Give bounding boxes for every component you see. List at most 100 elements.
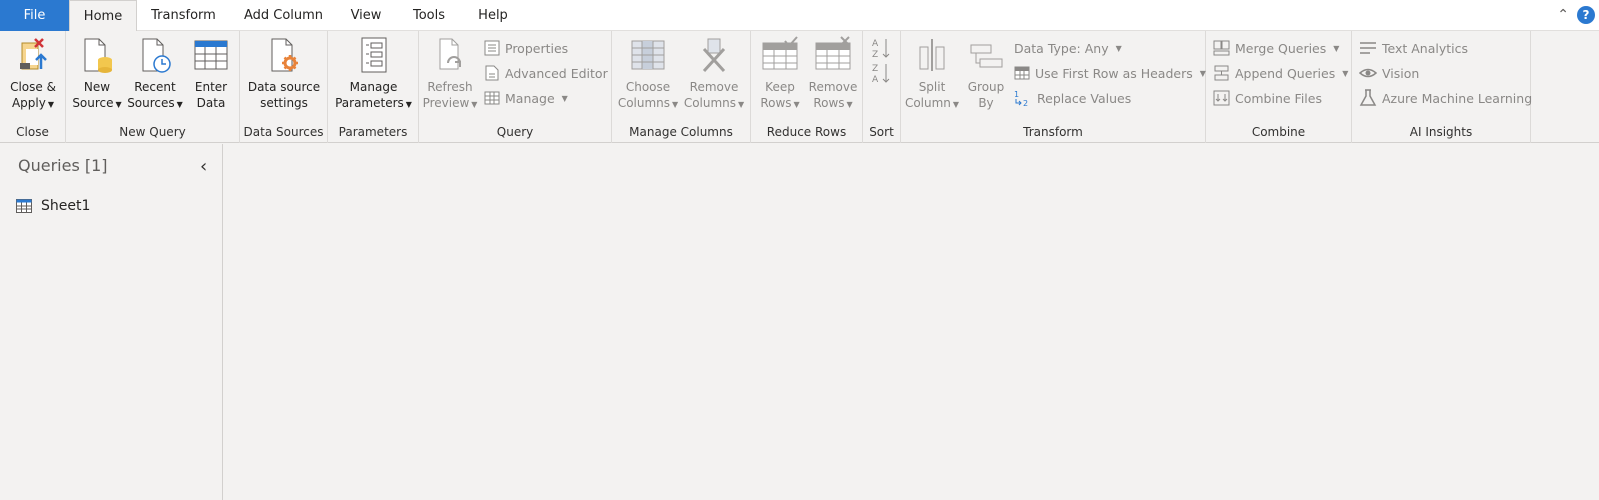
manage-parameters-label-2: Parameters ▼ (335, 96, 412, 110)
text-analytics-icon (1360, 42, 1376, 54)
recent-sources-button[interactable]: Recent Sources ▼ (124, 35, 186, 113)
tab-transform[interactable]: Transform (137, 0, 230, 31)
group-by-icon (970, 44, 1003, 68)
close-apply-label-2: Apply ▼ (11, 96, 55, 110)
properties-button[interactable]: Properties (484, 37, 568, 59)
tab-home[interactable]: Home (69, 0, 137, 32)
append-queries-icon (1214, 65, 1229, 81)
new-source-label-2: Source ▼ (72, 96, 122, 110)
manage-button[interactable]: Manage ▼ (484, 87, 568, 109)
group-label-combine: Combine (1251, 125, 1306, 139)
group-by-button[interactable]: Group By (963, 35, 1009, 111)
replace-values-button[interactable]: 1 2 Replace Values (1014, 87, 1131, 109)
group-data-sources: Data source settings Data Sources (240, 31, 328, 143)
tab-view[interactable]: View (337, 0, 395, 31)
properties-label: Properties (505, 40, 569, 56)
group-label-sort: Sort (869, 125, 894, 139)
svg-text:Z: Z (872, 64, 878, 74)
split-column-label-1: Split (918, 80, 946, 94)
remove-rows-label-1: Remove (808, 80, 858, 94)
queries-pane: Queries [1] ‹ Sheet1 (0, 144, 223, 500)
remove-columns-label-2: Columns ▼ (683, 96, 745, 110)
group-label-manage-columns: Manage Columns (629, 125, 733, 139)
tab-file[interactable]: File (0, 0, 69, 31)
remove-rows-button[interactable]: Remove Rows ▼ (805, 35, 861, 113)
enter-data-button[interactable]: Enter Data (186, 35, 236, 111)
ribbon: Close & Apply ▼ Close New Source ▼ Recen… (0, 31, 1599, 143)
table-icon (16, 199, 32, 213)
use-first-row-as-headers-button[interactable]: Use First Row as Headers ▼ (1014, 62, 1206, 84)
help-icon[interactable]: ? (1577, 6, 1595, 24)
merge-queries-button[interactable]: Merge Queries ▼ (1213, 37, 1339, 59)
data-type-label: Data Type: Any (1014, 40, 1109, 56)
group-transform: Split Column ▼ Group By Data Type: Any ▼ U… (901, 31, 1206, 143)
properties-icon (484, 40, 500, 56)
tab-help[interactable]: Help (463, 0, 523, 31)
choose-columns-icon (631, 40, 665, 70)
first-row-headers-icon (1014, 66, 1030, 80)
flask-icon (1359, 89, 1377, 106)
advanced-editor-icon (485, 65, 499, 81)
svg-text:A: A (872, 39, 879, 49)
merge-queries-icon (1213, 40, 1230, 56)
close-apply-label-1: Close & (10, 80, 56, 94)
manage-label: Manage (505, 90, 555, 106)
keep-rows-button[interactable]: Keep Rows ▼ (755, 35, 805, 113)
replace-values-icon: 1 2 (1014, 90, 1028, 107)
close-apply-button[interactable]: Close & Apply ▼ (4, 35, 62, 113)
split-column-button[interactable]: Split Column ▼ (903, 35, 961, 113)
manage-parameters-button[interactable]: Manage Parameters ▼ (330, 35, 417, 113)
combine-files-icon (1213, 90, 1230, 106)
collapse-pane-icon[interactable]: ‹ (200, 156, 207, 177)
manage-parameters-label-1: Manage (349, 80, 398, 94)
recent-sources-icon (142, 38, 171, 73)
tab-tools[interactable]: Tools (395, 0, 463, 31)
queries-pane-title: Queries [1] (18, 156, 108, 175)
group-combine: Merge Queries ▼ Append Queries ▼ Combine F… (1206, 31, 1352, 143)
data-source-settings-label-1: Data source (247, 80, 321, 94)
vision-button[interactable]: Vision (1359, 62, 1419, 84)
group-new-query: New Source ▼ Recent Sources ▼ Enter Data N… (66, 31, 240, 143)
sort-descending-button[interactable]: Z A (871, 62, 891, 84)
data-source-settings-button[interactable]: Data source settings (244, 35, 324, 111)
enter-data-label-1: Enter (194, 80, 228, 94)
svg-text:1: 1 (1014, 90, 1019, 99)
new-source-icon (84, 38, 112, 73)
tab-add-column[interactable]: Add Column (230, 0, 337, 31)
append-queries-button[interactable]: Append Queries ▼ (1213, 62, 1348, 84)
sort-ascending-button[interactable]: A Z (871, 37, 891, 59)
query-item-label: Sheet1 (41, 198, 91, 214)
enter-data-icon (194, 40, 228, 70)
query-item-sheet1[interactable]: Sheet1 (16, 198, 90, 214)
refresh-preview-label-2: Preview ▼ (422, 96, 478, 110)
combine-files-button[interactable]: Combine Files (1213, 87, 1322, 109)
group-label-transform: Transform (1023, 125, 1083, 139)
remove-columns-button[interactable]: Remove Columns ▼ (682, 35, 746, 113)
remove-rows-icon (815, 36, 851, 70)
collapse-ribbon-icon[interactable]: ⌃ (1557, 7, 1569, 23)
recent-sources-label-1: Recent (134, 80, 176, 94)
group-label-new-query: New Query (119, 125, 186, 139)
group-label-query: Query (496, 125, 534, 139)
ribbon-tab-bar: File Home Transform Add Column View Tool… (0, 0, 1599, 32)
advanced-editor-label: Advanced Editor (505, 65, 608, 81)
choose-columns-label-1: Choose (625, 80, 671, 94)
text-analytics-button[interactable]: Text Analytics (1359, 37, 1468, 59)
svg-text:A: A (872, 75, 879, 84)
close-apply-icon (20, 38, 47, 70)
choose-columns-button[interactable]: Choose Columns ▼ (616, 35, 680, 113)
data-type-dropdown[interactable]: Data Type: Any ▼ (1014, 37, 1122, 59)
keep-rows-icon (762, 36, 798, 70)
manage-parameters-icon (361, 37, 386, 73)
advanced-editor-button[interactable]: Advanced Editor (484, 62, 608, 84)
azure-machine-learning-button[interactable]: Azure Machine Learning (1359, 87, 1532, 109)
use-first-row-label: Use First Row as Headers (1035, 65, 1193, 81)
refresh-preview-button[interactable]: Refresh Preview ▼ (422, 35, 478, 113)
split-column-label-2: Column ▼ (904, 96, 960, 110)
refresh-preview-label-1: Refresh (427, 80, 473, 94)
data-source-settings-label-2: settings (260, 96, 308, 110)
group-label-close: Close (16, 125, 49, 139)
new-source-button[interactable]: New Source ▼ (70, 35, 124, 113)
enter-data-label-2: Data (196, 96, 226, 110)
keep-rows-label-2: Rows ▼ (760, 96, 800, 110)
